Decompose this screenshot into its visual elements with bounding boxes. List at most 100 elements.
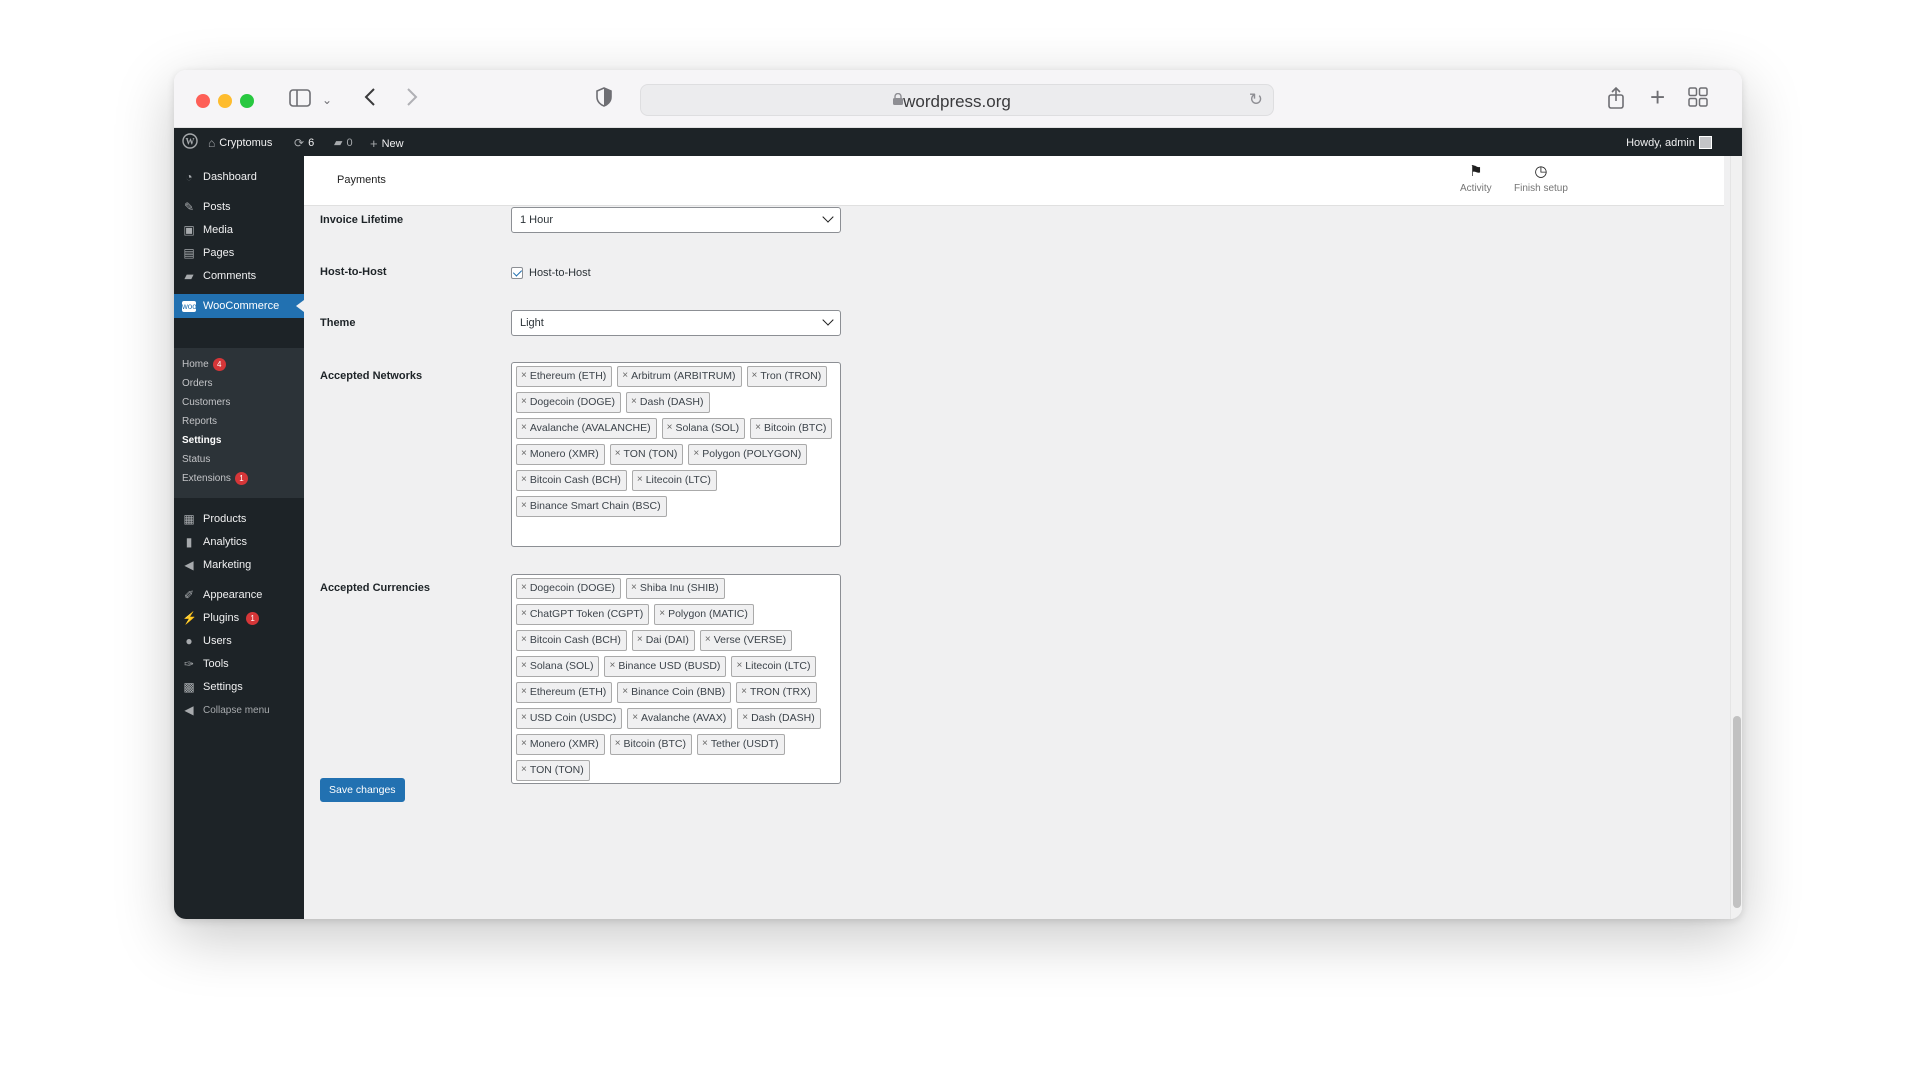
selected-tag[interactable]: × Arbitrum (ARBITRUM) xyxy=(617,366,742,387)
selected-tag[interactable]: × USD Coin (USDC) xyxy=(516,708,623,729)
accepted-networks-multiselect[interactable]: × Ethereum (ETH) × Arbitrum (ARBITRUM) × Tron… xyxy=(511,362,841,547)
selected-tag[interactable]: × Dogecoin (DOGE) xyxy=(516,578,622,599)
scrollbar-thumb[interactable] xyxy=(1733,716,1741,908)
host-to-host-checkbox[interactable] xyxy=(511,267,523,279)
selected-tag[interactable]: × Dash (DASH) xyxy=(626,392,710,413)
remove-tag-icon[interactable]: × xyxy=(521,660,527,676)
selected-tag[interactable]: × Avalanche (AVAX) xyxy=(627,708,733,729)
sidebar-item-media[interactable]: ▣ Media xyxy=(174,219,304,241)
privacy-shield-icon[interactable] xyxy=(596,87,612,113)
forward-arrow-icon[interactable] xyxy=(406,87,418,113)
minimize-window-button[interactable] xyxy=(218,94,232,108)
remove-tag-icon[interactable]: × xyxy=(521,608,527,624)
share-icon[interactable] xyxy=(1607,86,1625,115)
selected-tag[interactable]: × Binance USD (BUSD) xyxy=(604,656,727,677)
sidebar-item-comments[interactable]: ▰ Comments xyxy=(174,265,304,287)
selected-tag[interactable]: × TON (TON) xyxy=(516,760,590,781)
remove-tag-icon[interactable]: × xyxy=(736,660,742,676)
selected-tag[interactable]: × Dai (DAI) xyxy=(631,630,695,651)
remove-tag-icon[interactable]: × xyxy=(741,686,747,702)
remove-tag-icon[interactable]: × xyxy=(752,370,758,386)
selected-tag[interactable]: × Tether (USDT) xyxy=(696,734,785,755)
new-tab-icon[interactable]: + xyxy=(1650,84,1665,110)
accepted-currencies-multiselect[interactable]: × Dogecoin (DOGE) × Shiba Inu (SHIB) × ChatGP… xyxy=(511,574,841,784)
remove-tag-icon[interactable]: × xyxy=(521,686,527,702)
submenu-home[interactable]: Home 4 xyxy=(182,358,226,371)
remove-tag-icon[interactable]: × xyxy=(693,448,699,464)
sidebar-item-pages[interactable]: ▤ Pages xyxy=(174,242,304,264)
site-name-link[interactable]: ⌂ Cryptomus xyxy=(208,136,272,150)
selected-tag[interactable]: × Ethereum (ETH) xyxy=(516,366,613,387)
back-arrow-icon[interactable] xyxy=(364,87,376,113)
submenu-status[interactable]: Status xyxy=(182,454,210,465)
tab-overview-icon[interactable] xyxy=(1688,87,1708,113)
zoom-window-button[interactable] xyxy=(240,94,254,108)
sidebar-item-analytics[interactable]: ▮ Analytics xyxy=(174,531,304,553)
remove-tag-icon[interactable]: × xyxy=(631,582,637,598)
selected-tag[interactable]: × TRON (TRX) xyxy=(736,682,817,703)
remove-tag-icon[interactable]: × xyxy=(631,396,637,412)
collapse-menu-button[interactable]: ◀ Collapse menu xyxy=(174,699,304,721)
save-changes-button[interactable]: Save changes xyxy=(320,778,405,802)
selected-tag[interactable]: × Bitcoin Cash (BCH) xyxy=(516,470,627,491)
remove-tag-icon[interactable]: × xyxy=(521,634,527,650)
submenu-customers[interactable]: Customers xyxy=(182,397,230,408)
sidebar-item-products[interactable]: ▦ Products xyxy=(174,508,304,530)
wordpress-logo-icon[interactable]: W xyxy=(182,133,198,149)
selected-tag[interactable]: × Dash (DASH) xyxy=(737,708,821,729)
remove-tag-icon[interactable]: × xyxy=(521,474,527,490)
remove-tag-icon[interactable]: × xyxy=(742,712,748,728)
sidebar-item-woocommerce[interactable]: woo WooCommerce xyxy=(174,294,304,318)
remove-tag-icon[interactable]: × xyxy=(615,448,621,464)
host-to-host-option[interactable]: Host-to-Host xyxy=(511,267,591,279)
remove-tag-icon[interactable]: × xyxy=(622,686,628,702)
remove-tag-icon[interactable]: × xyxy=(702,738,708,754)
selected-tag[interactable]: × Binance Smart Chain (BSC) xyxy=(516,496,667,517)
selected-tag[interactable]: × Litecoin (LTC) xyxy=(731,656,817,677)
sidebar-item-settings[interactable]: ▩ Settings xyxy=(174,676,304,698)
selected-tag[interactable]: × Dogecoin (DOGE) xyxy=(516,392,622,413)
theme-select[interactable]: Light xyxy=(511,310,841,336)
remove-tag-icon[interactable]: × xyxy=(755,422,761,438)
selected-tag[interactable]: × Ethereum (ETH) xyxy=(516,682,613,703)
selected-tag[interactable]: × Binance Coin (BNB) xyxy=(617,682,732,703)
address-bar[interactable]: wordpress.org ↻ xyxy=(640,84,1274,116)
remove-tag-icon[interactable]: × xyxy=(637,474,643,490)
reload-icon[interactable]: ↻ xyxy=(1249,90,1263,110)
selected-tag[interactable]: × Solana (SOL) xyxy=(661,418,746,439)
selected-tag[interactable]: × Polygon (POLYGON) xyxy=(688,444,808,465)
selected-tag[interactable]: × Verse (VERSE) xyxy=(699,630,793,651)
selected-tag[interactable]: × Avalanche (AVALANCHE) xyxy=(516,418,657,439)
remove-tag-icon[interactable]: × xyxy=(521,738,527,754)
selected-tag[interactable]: × Solana (SOL) xyxy=(516,656,600,677)
new-content-link[interactable]: + New xyxy=(370,136,404,151)
sidebar-item-dashboard[interactable]: ◔ Dashboard xyxy=(174,166,304,188)
selected-tag[interactable]: × Monero (XMR) xyxy=(516,444,605,465)
selected-tag[interactable]: × Bitcoin (BTC) xyxy=(609,734,692,755)
remove-tag-icon[interactable]: × xyxy=(521,396,527,412)
selected-tag[interactable]: × ChatGPT Token (CGPT) xyxy=(516,604,650,625)
remove-tag-icon[interactable]: × xyxy=(521,764,527,780)
sidebar-item-tools[interactable]: ✑ Tools xyxy=(174,653,304,675)
close-window-button[interactable] xyxy=(196,94,210,108)
selected-tag[interactable]: × Polygon (MATIC) xyxy=(654,604,754,625)
submenu-reports[interactable]: Reports xyxy=(182,416,217,427)
remove-tag-icon[interactable]: × xyxy=(632,712,638,728)
remove-tag-icon[interactable]: × xyxy=(615,738,621,754)
invoice-lifetime-select[interactable]: 1 Hour xyxy=(511,207,841,233)
sidebar-item-posts[interactable]: ✎ Posts xyxy=(174,196,304,218)
sidebar-item-appearance[interactable]: ✐ Appearance xyxy=(174,584,304,606)
sidebar-item-marketing[interactable]: ◀ Marketing xyxy=(174,554,304,576)
page-scrollbar[interactable] xyxy=(1730,156,1742,919)
selected-tag[interactable]: × Bitcoin (BTC) xyxy=(750,418,833,439)
remove-tag-icon[interactable]: × xyxy=(521,712,527,728)
remove-tag-icon[interactable]: × xyxy=(705,634,711,650)
remove-tag-icon[interactable]: × xyxy=(622,370,628,386)
remove-tag-icon[interactable]: × xyxy=(659,608,665,624)
remove-tag-icon[interactable]: × xyxy=(521,370,527,386)
remove-tag-icon[interactable]: × xyxy=(521,422,527,438)
updates-link[interactable]: ⟳ 6 xyxy=(294,136,314,150)
comments-link[interactable]: ▰ 0 xyxy=(334,136,353,150)
submenu-extensions[interactable]: Extensions 1 xyxy=(182,472,248,485)
finish-setup-button[interactable]: ◷ Finish setup xyxy=(1514,163,1568,194)
